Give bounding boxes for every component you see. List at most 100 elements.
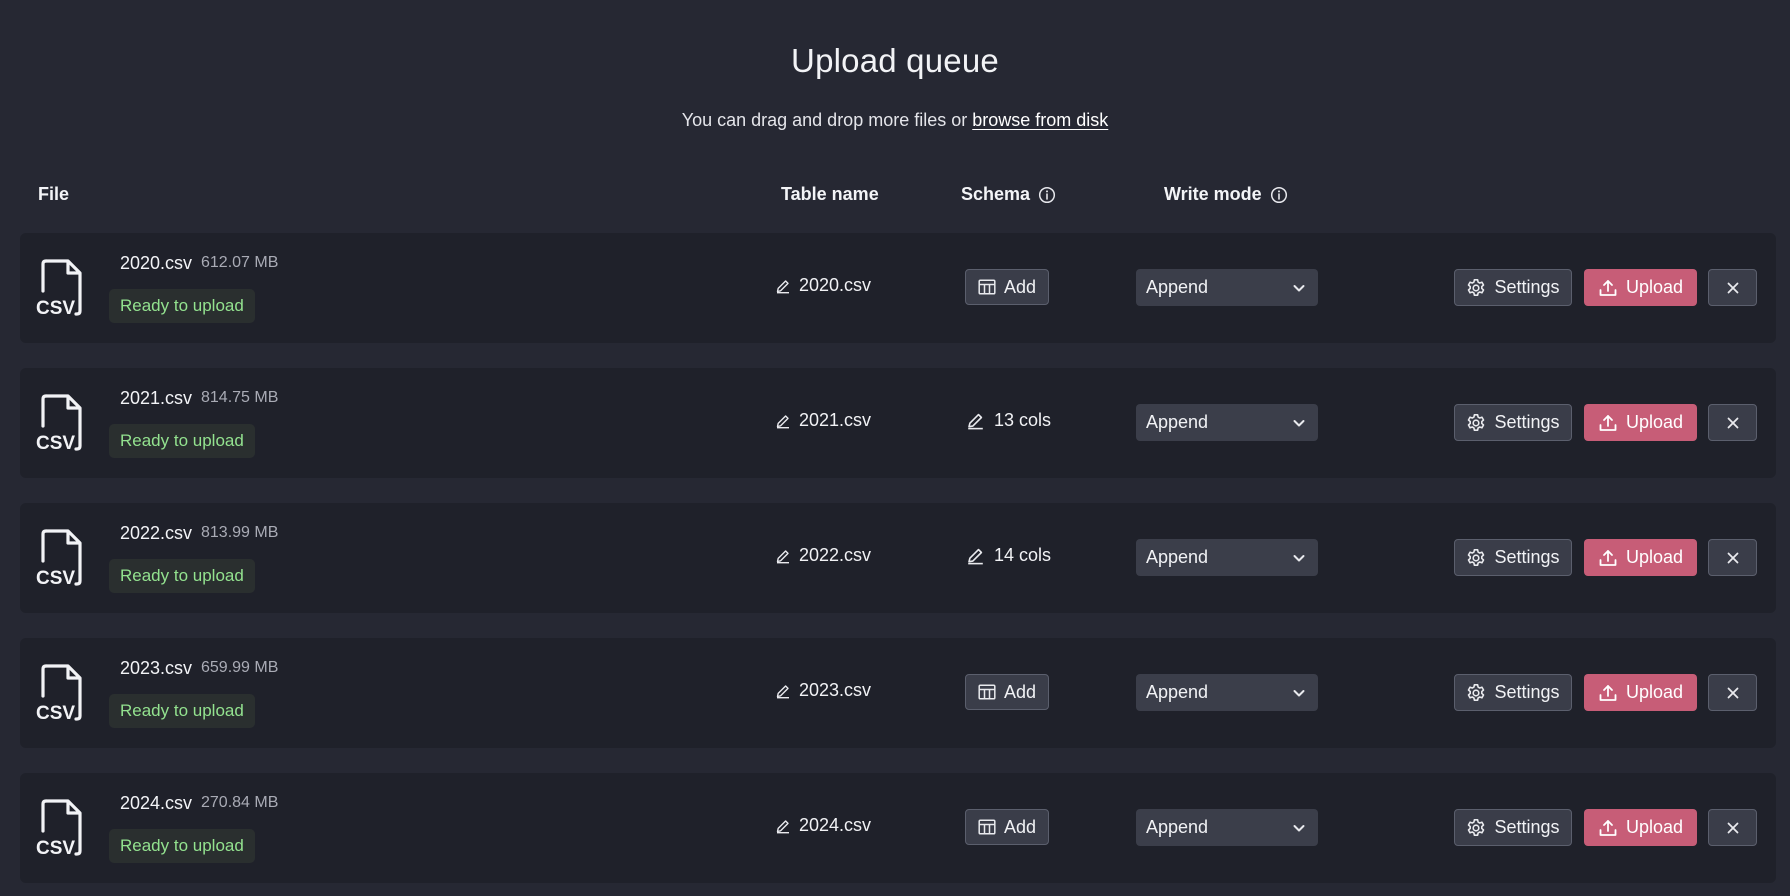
write-mode-select[interactable]: Append [1136,404,1318,441]
upload-button[interactable]: Upload [1584,539,1697,576]
gear-icon [1466,683,1486,703]
add-schema-label: Add [1004,276,1037,297]
table-name-edit[interactable]: 2023.csv [775,680,871,701]
remove-file-button[interactable] [1708,404,1757,441]
remove-file-button[interactable] [1708,269,1757,306]
pencil-icon [775,278,791,294]
pencil-icon [775,413,791,429]
write-mode-info-icon[interactable] [1270,186,1288,204]
csv-file-icon: CSV [34,257,90,319]
column-header-write-mode: Write mode [1164,184,1288,205]
settings-button[interactable]: Settings [1454,674,1572,711]
csv-icon-label: CSV [36,568,75,589]
add-schema-button[interactable]: Add [965,809,1050,845]
pencil-icon [775,818,791,834]
upload-button-label: Upload [1625,547,1684,567]
column-header-table-name: Table name [781,184,879,205]
settings-button[interactable]: Settings [1454,809,1572,846]
settings-button-label: Settings [1494,412,1560,432]
write-mode-select[interactable]: Append [1136,539,1318,576]
table-name-label: 2020.csv [799,275,872,295]
file-size: 270.84 MB [201,794,279,811]
write-mode-value: Append [1146,547,1209,567]
drop-hint-text: You can drag and drop more files or [681,110,973,130]
table-name-edit[interactable]: 2022.csv [775,545,871,566]
add-schema-button[interactable]: Add [965,674,1050,710]
close-icon [1726,821,1740,835]
file-name: 2022.csv [120,523,193,543]
file-name: 2021.csv [120,388,193,408]
table-icon [978,279,996,295]
schema-info-icon[interactable] [1038,186,1056,204]
upload-button[interactable]: Upload [1584,674,1697,711]
chevron-down-icon [1292,418,1306,428]
remove-file-button[interactable] [1708,674,1757,711]
remove-file-button[interactable] [1708,809,1757,846]
status-badge: Ready to upload [109,424,255,458]
status-badge: Ready to upload [109,559,255,593]
table-name-edit[interactable]: 2020.csv [775,275,871,296]
csv-file-icon: CSV [34,392,90,454]
close-icon [1726,416,1740,430]
table-name-label: 2022.csv [799,545,872,565]
upload-button-label: Upload [1625,817,1684,837]
upload-icon [1598,683,1618,703]
remove-file-button[interactable] [1708,539,1757,576]
write-mode-select[interactable]: Append [1136,674,1318,711]
csv-icon-label: CSV [36,703,75,724]
file-size: 813.99 MB [201,524,279,541]
csv-icon-label: CSV [36,433,75,454]
csv-icon-label: CSV [36,298,75,319]
file-size: 814.75 MB [201,389,279,406]
settings-button[interactable]: Settings [1454,269,1572,306]
write-mode-select[interactable]: Append [1136,809,1318,846]
settings-button-label: Settings [1494,547,1560,567]
gear-icon [1466,413,1486,433]
upload-button[interactable]: Upload [1584,404,1697,441]
schema-columns-edit[interactable]: 14 cols [966,545,1051,566]
status-badge: Ready to upload [109,694,255,728]
write-mode-select[interactable]: Append [1136,269,1318,306]
settings-button[interactable]: Settings [1454,404,1572,441]
status-badge: Ready to upload [109,289,255,323]
pencil-icon [966,411,985,430]
settings-button-label: Settings [1494,277,1560,297]
upload-icon [1598,413,1618,433]
schema-columns-edit[interactable]: 13 cols [966,410,1051,431]
column-header-schema-label: Schema [961,184,1031,204]
schema-columns-label: 14 cols [994,545,1052,565]
settings-button-label: Settings [1494,817,1560,837]
csv-icon-label: CSV [36,838,75,859]
add-schema-button[interactable]: Add [965,269,1050,305]
table-name-label: 2021.csv [799,410,872,430]
upload-button[interactable]: Upload [1584,809,1697,846]
file-size: 659.99 MB [201,659,279,676]
upload-queue-row: CSV 2024.csv 270.84 MB Ready to upload 2… [20,773,1776,883]
column-header-write-mode-label: Write mode [1164,184,1262,204]
table-name-edit[interactable]: 2024.csv [775,815,871,836]
settings-button-label: Settings [1494,682,1560,702]
settings-button[interactable]: Settings [1454,539,1572,576]
close-icon [1726,281,1740,295]
column-header-table-name-label: Table name [781,184,879,204]
add-schema-label: Add [1004,816,1037,837]
column-header-schema: Schema [961,184,1056,205]
file-name: 2020.csv [120,253,193,273]
upload-queue-row: CSV 2022.csv 813.99 MB Ready to upload 2… [20,503,1776,613]
upload-button-label: Upload [1625,412,1684,432]
upload-button[interactable]: Upload [1584,269,1697,306]
page-title: Upload queue [791,42,999,79]
browse-from-disk-link[interactable]: browse from disk [972,110,1108,130]
close-icon [1726,551,1740,565]
table-name-edit[interactable]: 2021.csv [775,410,871,431]
csv-file-icon: CSV [34,662,90,724]
gear-icon [1466,278,1486,298]
pencil-icon [775,683,791,699]
write-mode-value: Append [1146,412,1209,432]
chevron-down-icon [1292,283,1306,293]
file-size: 612.07 MB [201,254,279,271]
gear-icon [1466,818,1486,838]
chevron-down-icon [1292,823,1306,833]
chevron-down-icon [1292,553,1306,563]
csv-file-icon: CSV [34,527,90,589]
